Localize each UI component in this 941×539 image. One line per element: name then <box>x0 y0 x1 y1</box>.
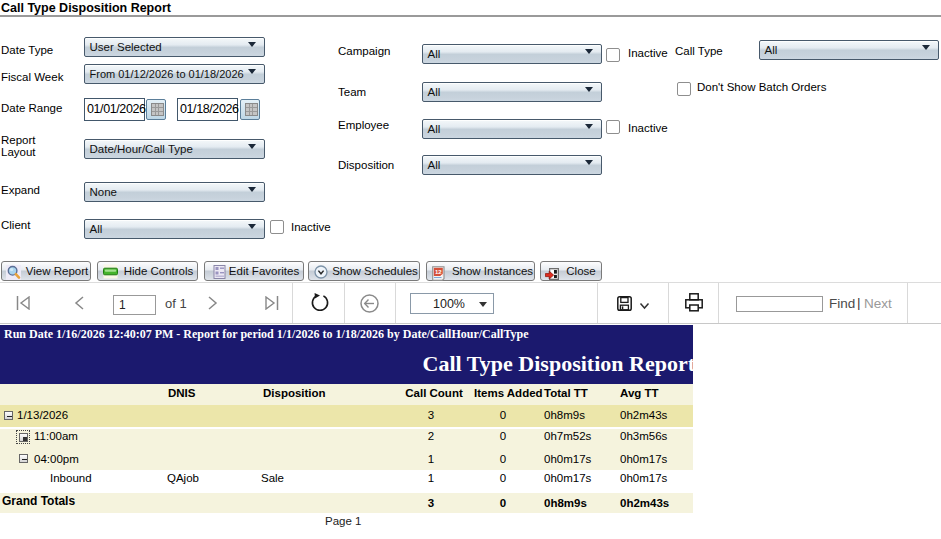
svg-text:12: 12 <box>435 269 442 275</box>
